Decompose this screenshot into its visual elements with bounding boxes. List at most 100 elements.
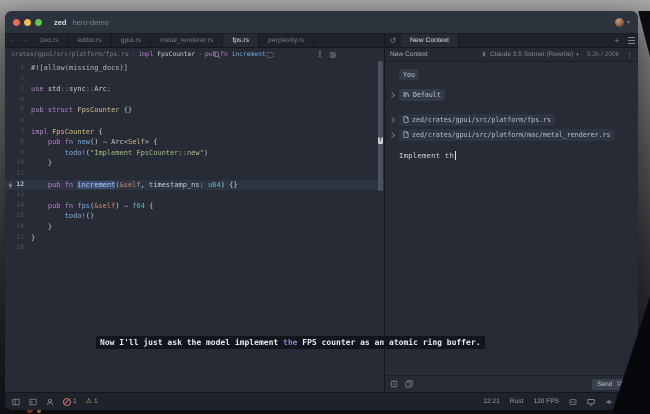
- tab-zed-rs[interactable]: zed.rs: [31, 34, 69, 47]
- code-text: pub fn fps(&self) → f64 {: [31, 201, 153, 212]
- context-file-row[interactable]: zed/crates/gpui/src/platform/mac/metal_r…: [390, 129, 638, 141]
- code-line-6[interactable]: 6: [5, 116, 384, 127]
- context-header: New Context Claude 3.5 Sonnet (Rewrite) …: [385, 48, 638, 62]
- chevron-right-icon[interactable]: [390, 132, 396, 138]
- code-line-10[interactable]: 10 }: [5, 158, 384, 169]
- warning-icon: ⚠: [86, 398, 92, 405]
- caption-text: Now I'll just ask the model implement: [100, 338, 283, 347]
- line-number: 16: [5, 222, 31, 233]
- menu-icon[interactable]: [624, 34, 638, 47]
- user-avatar[interactable]: [615, 18, 624, 27]
- library-icon: [403, 91, 410, 100]
- terminal-panel-icon[interactable]: [29, 398, 37, 406]
- tab-editor-rs[interactable]: editor.rs: [69, 34, 112, 47]
- code-line-17[interactable]: 17}: [5, 233, 384, 244]
- video-caption: Now I'll just ask the model implement th…: [96, 336, 485, 349]
- code-line-16[interactable]: 16 }: [5, 222, 384, 233]
- context-file-badge[interactable]: zed/crates/gpui/src/platform/fps.rs: [399, 114, 555, 126]
- code-text: pub fn new() → Arc<Self> {: [31, 137, 158, 148]
- code-text: }: [31, 158, 52, 169]
- code-line-9[interactable]: 9 todo!("Implement FpsCounter::new"): [5, 148, 384, 159]
- code-text: impl FpsCounter {: [31, 127, 103, 138]
- code-text: }: [31, 233, 35, 244]
- code-line-13[interactable]: 13: [5, 190, 384, 201]
- role-badge[interactable]: You: [399, 69, 419, 80]
- line-number: 14: [5, 201, 31, 212]
- line-number: 18: [5, 243, 31, 254]
- message-input-text[interactable]: Implement th: [399, 151, 454, 160]
- assistant-footer: Send ⌘↵: [385, 375, 638, 392]
- context-file-badge[interactable]: zed/crates/gpui/src/platform/mac/metal_r…: [399, 129, 615, 141]
- chevron-right-icon[interactable]: [390, 117, 396, 123]
- code-text: pub struct FpsCounter {}: [31, 105, 132, 116]
- breadcrumb-path[interactable]: crates/gpui/src/platform/fps.rs: [11, 51, 129, 58]
- code-line-15[interactable]: 15 todo!(): [5, 211, 384, 222]
- code-line-11[interactable]: 11: [5, 169, 384, 180]
- message-editor[interactable]: Implement th: [399, 151, 638, 160]
- line-number: 17: [5, 233, 31, 244]
- history-icon[interactable]: ↺: [385, 34, 401, 47]
- error-icon: [63, 398, 71, 406]
- nav-back-button[interactable]: ←: [5, 34, 18, 47]
- chevron-right-icon[interactable]: [390, 92, 396, 98]
- line-number: 15: [5, 211, 31, 222]
- code-text: todo!(): [31, 211, 94, 222]
- app-name: zed: [54, 18, 67, 27]
- new-context-button[interactable]: +: [610, 34, 624, 47]
- tab-gpui-rs[interactable]: gpui.rs: [112, 34, 151, 47]
- line-number: 9: [5, 148, 31, 159]
- breadcrumb-impl-name[interactable]: FpsCounter: [157, 51, 195, 58]
- assistant-conversation[interactable]: You Default zed/crates/gpui/src/platform…: [385, 62, 638, 375]
- close-button[interactable]: [13, 19, 20, 26]
- line-number: 13: [5, 190, 31, 201]
- breadcrumb[interactable]: crates/gpui/src/platform/fps.rs › impl F…: [5, 48, 384, 61]
- file-icon: [403, 116, 409, 125]
- warning-indicator[interactable]: ⚠ 1: [86, 398, 98, 405]
- nav-forward-button[interactable]: →: [18, 34, 31, 47]
- code-line-5[interactable]: 5pub struct FpsCounter {}: [5, 105, 384, 116]
- inline-assist-icon[interactable]: I: [318, 50, 321, 59]
- line-number: 7: [5, 127, 31, 138]
- code-line-1[interactable]: 1#![allow(missing_docs)]: [5, 63, 384, 74]
- code-line-14[interactable]: 14 pub fn fps(&self) → f64 {: [5, 201, 384, 212]
- code-line-12[interactable]: 12 pub fn increment(&self, timestamp_ns:…: [5, 180, 384, 191]
- zed-window: zed hero-demo ▾ ← → zed.rseditor.rsgpui.…: [5, 11, 638, 410]
- anthropic-icon: [481, 51, 487, 59]
- tab-new-context[interactable]: New Context: [401, 34, 459, 47]
- kebab-menu-icon[interactable]: ⋮: [626, 51, 633, 59]
- project-panel-icon[interactable]: [12, 398, 20, 406]
- model-selector[interactable]: Claude 3.5 Sonnet (Rewrite) ▾: [481, 51, 579, 59]
- line-number: 1: [5, 63, 31, 74]
- copilot-icon[interactable]: [569, 398, 577, 406]
- error-indicator[interactable]: 1: [63, 398, 77, 406]
- context-file-path: zed/crates/gpui/src/platform/fps.rs: [412, 116, 551, 124]
- default-prompt-badge[interactable]: Default: [399, 89, 445, 101]
- code-line-2[interactable]: 2: [5, 74, 384, 85]
- code-line-4[interactable]: 4: [5, 95, 384, 106]
- code-line-18[interactable]: 18: [5, 243, 384, 254]
- zoom-button[interactable]: [35, 19, 42, 26]
- code-line-3[interactable]: 3use std::sync::Arc;: [5, 84, 384, 95]
- breadcrumb-separator: ›: [198, 51, 202, 58]
- chevron-down-icon[interactable]: ▾: [627, 19, 630, 26]
- minimize-button[interactable]: [24, 19, 31, 26]
- copy-icon[interactable]: [405, 380, 413, 388]
- context-file-row[interactable]: zed/crates/gpui/src/platform/fps.rs: [390, 114, 638, 126]
- default-prompt-label: Default: [413, 91, 441, 99]
- code-line-8[interactable]: 8 pub fn new() → Arc<Self> {: [5, 137, 384, 148]
- code-text: use std::sync::Arc;: [31, 84, 111, 95]
- default-prompt-row[interactable]: Default: [390, 89, 638, 101]
- language-indicator[interactable]: Rust: [510, 398, 524, 405]
- code-line-7[interactable]: 7impl FpsCounter {: [5, 127, 384, 138]
- project-name[interactable]: hero-demo: [73, 18, 109, 27]
- assistant-panel-icon[interactable]: [46, 398, 54, 406]
- screen-share-icon[interactable]: [587, 398, 595, 406]
- scrollbar-thumb[interactable]: T: [378, 61, 383, 191]
- quote-selection-icon[interactable]: [390, 380, 398, 388]
- warning-count: 1: [94, 398, 98, 405]
- line-number: 3: [5, 84, 31, 95]
- code-text: todo!("Implement FpsCounter::new"): [31, 148, 208, 159]
- error-count: 1: [73, 398, 77, 405]
- audio-icon[interactable]: [605, 398, 613, 406]
- titlebar[interactable]: zed hero-demo ▾: [5, 11, 638, 34]
